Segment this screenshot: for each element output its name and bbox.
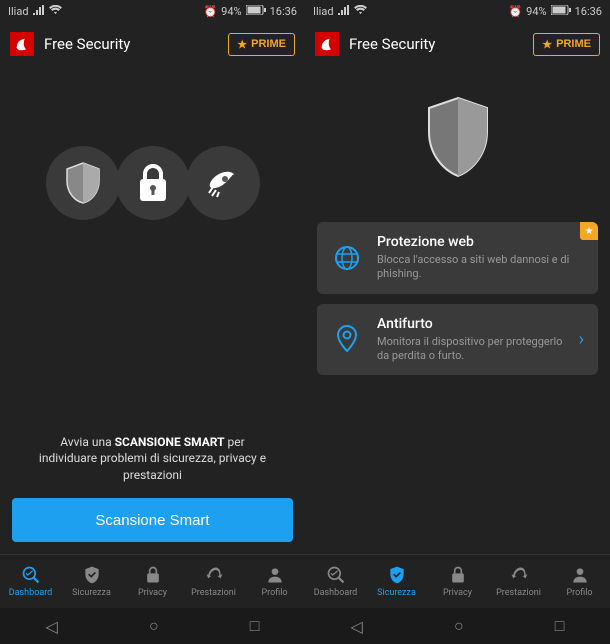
feature-icons-row	[12, 146, 293, 220]
feature-lock[interactable]	[116, 146, 190, 220]
carrier-label: Iliad	[8, 5, 29, 18]
feature-shield[interactable]	[46, 146, 120, 220]
status-bar: Iliad ⏰ 94% 16:36	[305, 0, 610, 22]
nav-profilo[interactable]: Profilo	[549, 555, 610, 608]
bottom-nav: Dashboard Sicurezza Privacy Prestazioni …	[0, 554, 305, 608]
nav-sicurezza[interactable]: Sicurezza	[366, 555, 427, 608]
system-nav: ◁ ○ □	[305, 608, 610, 644]
card-title: Protezione web	[377, 234, 584, 250]
system-nav: ◁ ○ □	[0, 608, 305, 644]
app-header: Free Security ★ PRIME	[305, 22, 610, 66]
signal-icon	[338, 5, 350, 18]
app-header: Free Security ★ PRIME	[0, 22, 305, 66]
battery-label: 94%	[221, 5, 241, 18]
feature-rocket[interactable]	[186, 146, 260, 220]
sys-home[interactable]: ○	[149, 616, 159, 636]
crown-icon: ★	[237, 38, 247, 51]
globe-icon	[331, 242, 363, 274]
nav-prestazioni[interactable]: Prestazioni	[183, 555, 244, 608]
status-bar: Iliad ⏰ 94% 16:36	[0, 0, 305, 22]
screen-sicurezza: Iliad ⏰ 94% 16:36 Free Security ★ PRIME	[305, 0, 610, 644]
alarm-icon: ⏰	[203, 5, 217, 18]
location-icon	[331, 323, 363, 355]
battery-icon	[246, 5, 266, 18]
avira-logo	[315, 32, 339, 56]
scan-hint: Avvia una SCANSIONE SMART per individuar…	[12, 434, 293, 484]
sys-home[interactable]: ○	[454, 616, 464, 636]
wifi-icon	[49, 5, 62, 18]
carrier-label: Iliad	[313, 5, 334, 18]
card-desc: Monitora il dispositivo per proteggerlo …	[377, 335, 565, 364]
battery-icon	[551, 5, 571, 18]
nav-privacy[interactable]: Privacy	[122, 555, 183, 608]
nav-prestazioni[interactable]: Prestazioni	[488, 555, 549, 608]
prime-button[interactable]: ★ PRIME	[533, 33, 600, 56]
sys-back[interactable]: ◁	[46, 617, 58, 636]
premium-star-icon: ★	[580, 222, 598, 240]
alarm-icon: ⏰	[508, 5, 522, 18]
card-antifurto[interactable]: Antifurto Monitora il dispositivo per pr…	[317, 304, 598, 376]
avira-logo	[10, 32, 34, 56]
nav-sicurezza[interactable]: Sicurezza	[61, 555, 122, 608]
sys-back[interactable]: ◁	[351, 617, 363, 636]
sys-recent[interactable]: □	[250, 616, 260, 636]
crown-icon: ★	[542, 38, 552, 51]
smart-scan-button[interactable]: Scansione Smart	[12, 498, 293, 542]
nav-profilo[interactable]: Profilo	[244, 555, 305, 608]
app-title: Free Security	[44, 35, 228, 53]
signal-icon	[33, 5, 45, 18]
card-desc: Blocca l'accesso a siti web dannosi e di…	[377, 253, 584, 282]
chevron-right-icon: ›	[579, 329, 584, 350]
prime-button[interactable]: ★ PRIME	[228, 33, 295, 56]
time-label: 16:36	[270, 5, 297, 18]
card-protezione-web[interactable]: ★ Protezione web Blocca l'accesso a siti…	[317, 222, 598, 294]
sys-recent[interactable]: □	[555, 616, 565, 636]
bottom-nav: Dashboard Sicurezza Privacy Prestazioni …	[305, 554, 610, 608]
nav-dashboard[interactable]: Dashboard	[305, 555, 366, 608]
screen-dashboard: Iliad ⏰ 94% 16:36 Free Security ★ PRIME	[0, 0, 305, 644]
card-title: Antifurto	[377, 316, 565, 332]
app-title: Free Security	[349, 35, 533, 53]
battery-label: 94%	[526, 5, 546, 18]
time-label: 16:36	[575, 5, 602, 18]
nav-privacy[interactable]: Privacy	[427, 555, 488, 608]
wifi-icon	[354, 5, 367, 18]
nav-dashboard[interactable]: Dashboard	[0, 555, 61, 608]
big-shield-icon	[317, 96, 598, 178]
